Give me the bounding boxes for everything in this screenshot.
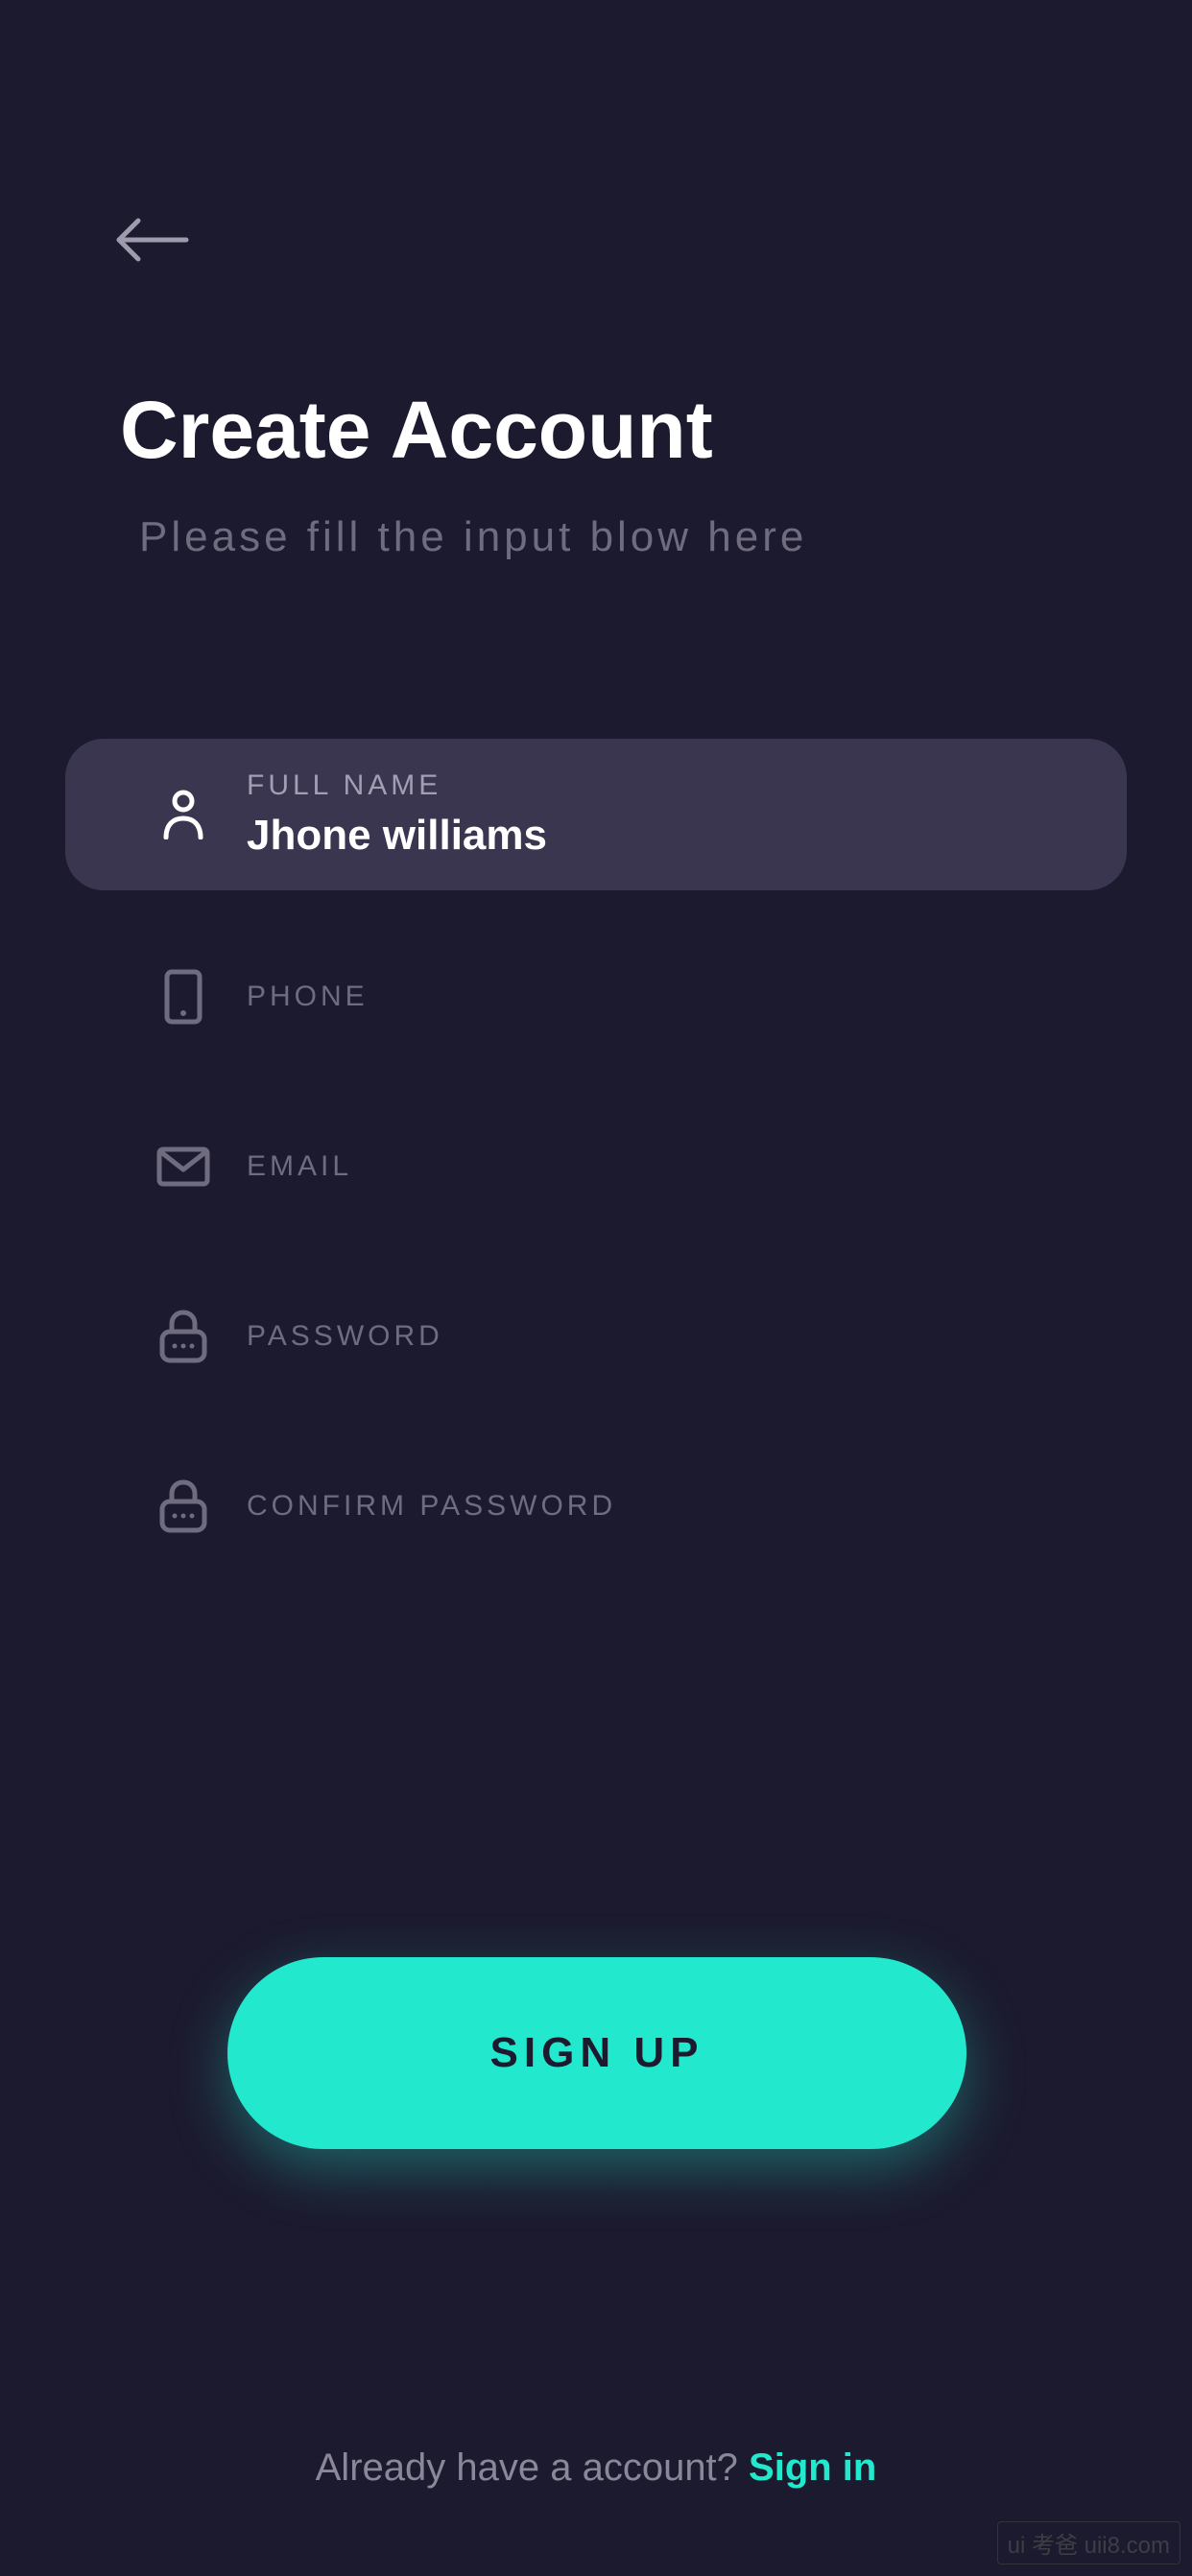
watermark: ui 考爸 uii8.com: [997, 2521, 1180, 2564]
password-field[interactable]: PASSWORD: [65, 1273, 1127, 1400]
phone-field[interactable]: PHONE: [65, 934, 1127, 1060]
back-button[interactable]: [115, 211, 192, 269]
phone-label: PHONE: [247, 981, 369, 1013]
phone-icon: [156, 970, 210, 1024]
page-subtitle: Please fill the input blow here: [139, 513, 807, 561]
fullname-value: Jhone williams: [247, 812, 547, 860]
arrow-left-icon: [115, 217, 190, 263]
confirm-password-label: CONFIRM PASSWORD: [247, 1490, 616, 1523]
signup-form: FULL NAME Jhone williams PHONE EMAIL: [65, 739, 1127, 1613]
fullname-field[interactable]: FULL NAME Jhone williams: [65, 739, 1127, 890]
user-icon: [156, 788, 210, 841]
page-title: Create Account: [120, 384, 713, 477]
lock-icon: [156, 1479, 210, 1533]
confirm-password-field[interactable]: CONFIRM PASSWORD: [65, 1443, 1127, 1570]
email-field[interactable]: EMAIL: [65, 1103, 1127, 1230]
email-icon: [156, 1140, 210, 1193]
lock-icon: [156, 1310, 210, 1363]
email-label: EMAIL: [247, 1150, 352, 1183]
fullname-label: FULL NAME: [247, 769, 547, 802]
signin-link[interactable]: Sign in: [749, 2446, 876, 2489]
footer-prompt: Already have a account?: [316, 2446, 749, 2489]
signup-button[interactable]: SIGN UP: [227, 1957, 966, 2149]
password-label: PASSWORD: [247, 1320, 443, 1353]
signup-button-label: SIGN UP: [490, 2029, 704, 2077]
footer-text: Already have a account? Sign in: [0, 2446, 1192, 2490]
fullname-text-group: FULL NAME Jhone williams: [247, 769, 547, 860]
